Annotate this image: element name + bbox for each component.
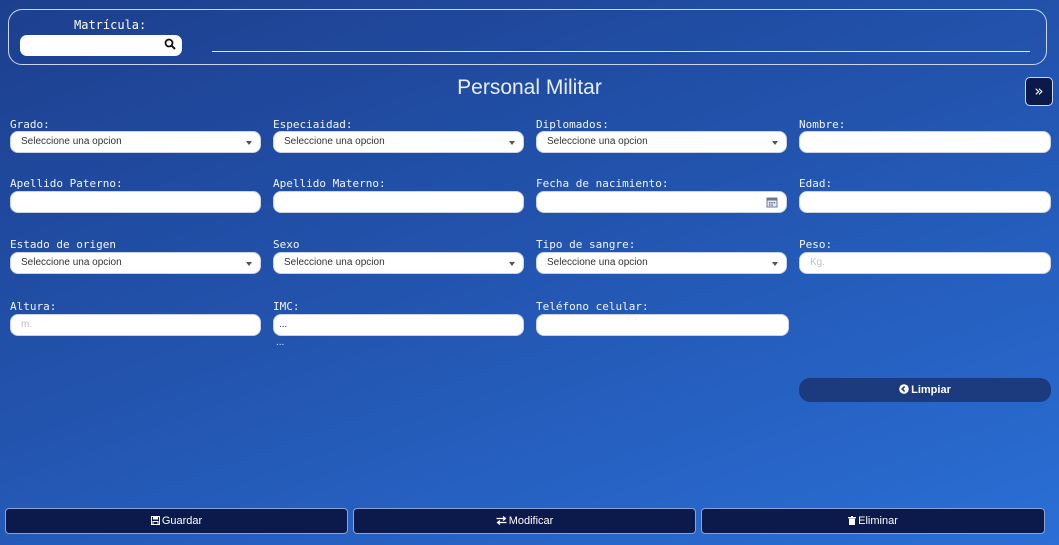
peso-label: Peso: (799, 238, 833, 251)
chevron-down-icon (246, 141, 252, 145)
search-icon[interactable] (164, 38, 176, 50)
modificar-label: Modificar (508, 515, 554, 527)
imc-input[interactable]: ... (273, 314, 524, 336)
save-icon (150, 516, 160, 525)
diplomados-select[interactable]: Seleccione una opcion (536, 131, 787, 153)
page-title: Personal Militar (457, 76, 602, 99)
estado-origen-value: Seleccione una opcion (21, 257, 122, 268)
chevron-down-icon (772, 141, 778, 145)
search-underline (212, 51, 1030, 52)
modificar-button[interactable]: Modificar (353, 508, 696, 534)
tipo-sangre-label: Tipo de sangre: (536, 238, 636, 251)
imc-label: IMC: (273, 300, 300, 313)
altura-placeholder: m. (21, 319, 33, 330)
sexo-label: Sexo (273, 238, 300, 251)
nombre-label: Nombre: (799, 118, 846, 131)
apellido-materno-label: Apellido Materno: (273, 177, 386, 190)
altura-label: Altura: (10, 300, 57, 313)
eliminar-button[interactable]: Eliminar (701, 508, 1045, 534)
apellido-materno-input[interactable] (273, 191, 524, 213)
matricula-label: Matrícula: (74, 18, 147, 32)
estado-origen-select[interactable]: Seleccione una opcion (10, 252, 261, 274)
guardar-label: Guardar (161, 515, 203, 527)
apellido-paterno-label: Apellido Paterno: (10, 177, 123, 190)
eliminar-label: Eliminar (858, 515, 898, 527)
chevron-down-icon (246, 262, 252, 266)
expand-button[interactable]: » (1025, 77, 1053, 106)
circle-arrow-left-icon (899, 384, 909, 394)
exchange-icon (496, 516, 507, 525)
diplomados-value: Seleccione una opcion (547, 136, 648, 147)
edad-label: Edad: (799, 177, 833, 190)
fecha-nacimiento-input[interactable] (536, 191, 787, 213)
tipo-sangre-value: Seleccione una opcion (547, 257, 648, 268)
matricula-input[interactable] (20, 35, 182, 56)
chevron-down-icon (509, 262, 515, 266)
edad-input[interactable] (799, 191, 1051, 213)
peso-input[interactable]: Kg. (799, 252, 1051, 274)
chevron-down-icon (509, 141, 515, 145)
estado-origen-label: Estado de origen (10, 238, 116, 251)
apellido-paterno-input[interactable] (10, 191, 261, 213)
telefono-label: Teléfono celular: (536, 300, 649, 313)
limpiar-button[interactable]: Limpiar (799, 378, 1051, 402)
especialidad-value: Seleccione una opcion (284, 136, 385, 147)
calendar-icon[interactable] (766, 196, 778, 208)
trash-icon (848, 516, 857, 525)
imc-value: ... (279, 319, 288, 330)
fecha-nacimiento-label: Fecha de nacimiento: (536, 177, 669, 190)
altura-input[interactable]: m. (10, 314, 261, 336)
especialidad-label: Especiaidad: (273, 118, 353, 131)
grado-select[interactable]: Seleccione una opcion (10, 131, 261, 153)
especialidad-select[interactable]: Seleccione una opcion (273, 131, 524, 153)
limpiar-label: Limpiar (911, 384, 951, 396)
grado-label: Grado: (10, 118, 50, 131)
diplomados-label: Diplomados: (536, 118, 609, 131)
tipo-sangre-select[interactable]: Seleccione una opcion (536, 252, 787, 274)
imc-extra-text: ... (276, 337, 285, 348)
search-panel: Matrícula: (8, 9, 1047, 65)
telefono-input[interactable] (536, 314, 789, 336)
sexo-select[interactable]: Seleccione una opcion (273, 252, 524, 274)
peso-placeholder: Kg. (810, 257, 826, 268)
grado-value: Seleccione una opcion (21, 136, 122, 147)
chevron-down-icon (772, 262, 778, 266)
double-chevron-right-icon: » (1034, 82, 1044, 100)
nombre-input[interactable] (799, 131, 1051, 153)
guardar-button[interactable]: Guardar (5, 508, 348, 534)
sexo-value: Seleccione una opcion (284, 257, 385, 268)
